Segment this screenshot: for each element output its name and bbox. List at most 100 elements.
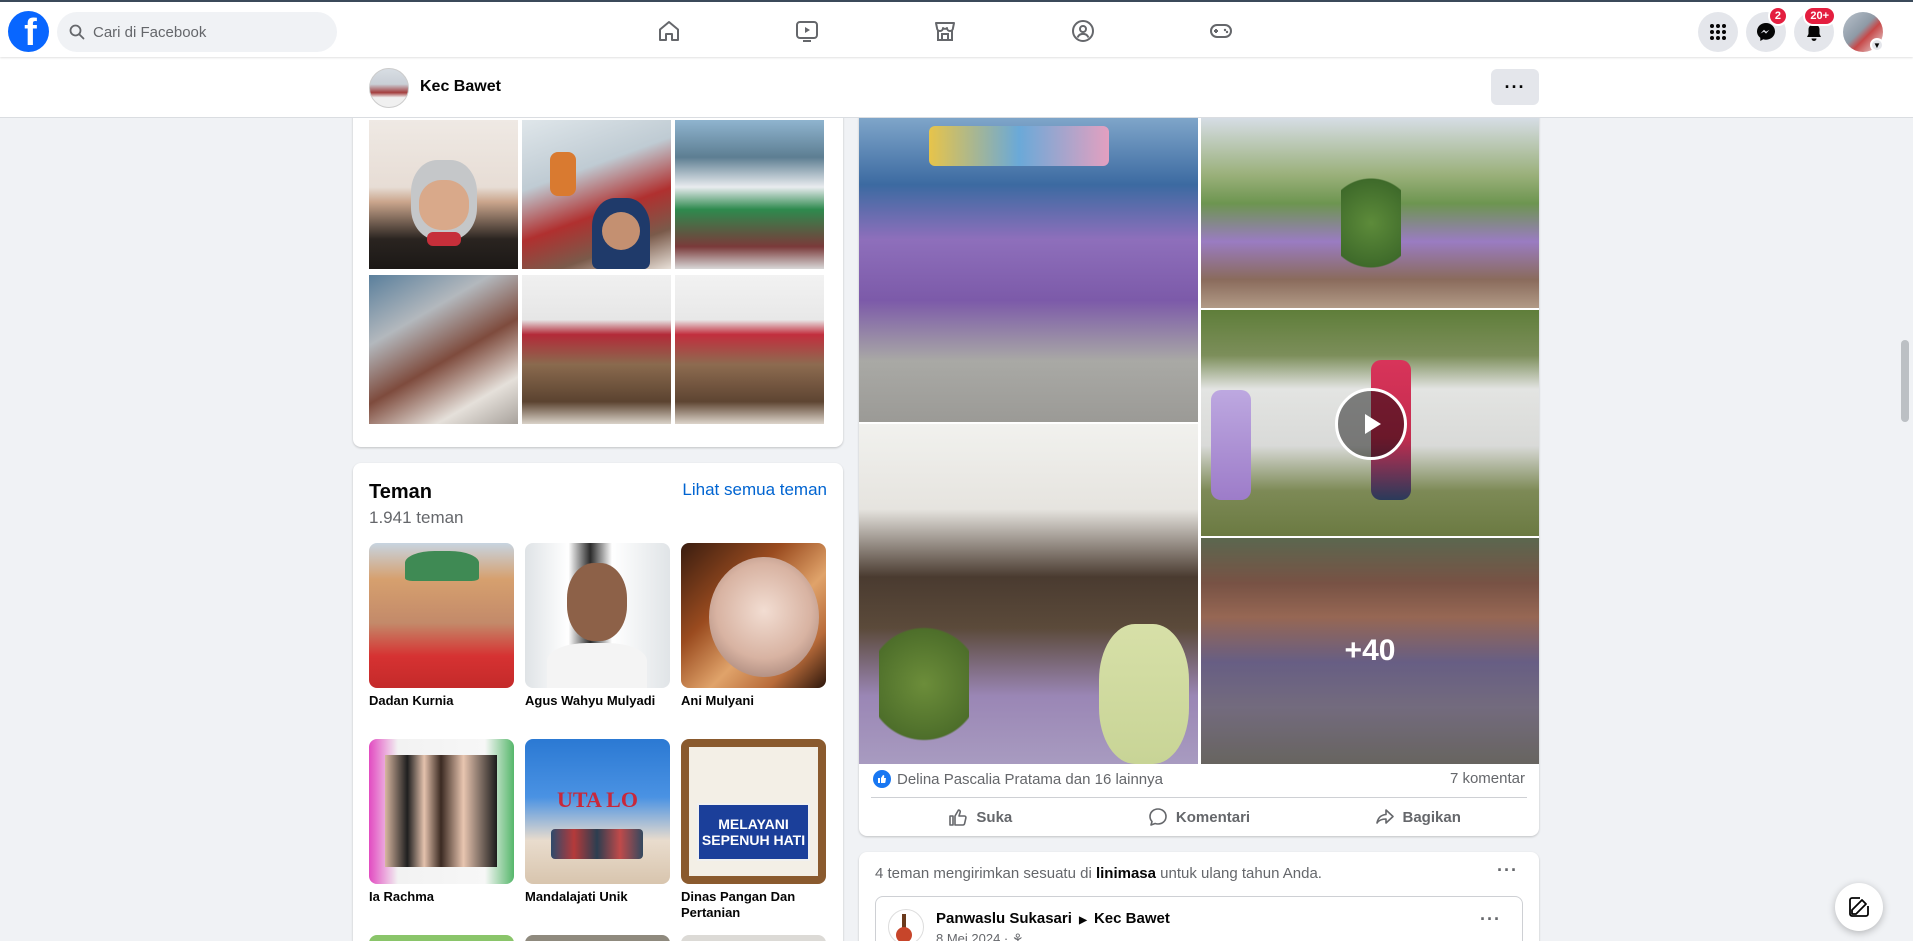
facebook-logo-icon[interactable]: f <box>8 11 49 52</box>
more-dots-icon: ··· <box>1504 76 1526 97</box>
more-photos-count: +40 <box>1344 634 1396 667</box>
profile-name[interactable]: Kec Bawet <box>420 78 501 96</box>
timeline-link[interactable]: linimasa <box>1096 865 1156 882</box>
notifications-button[interactable]: 20+ <box>1794 6 1836 52</box>
comments-count[interactable]: 7 komentar <box>1450 770 1525 787</box>
more-options-button[interactable]: ··· <box>1491 69 1539 105</box>
share-button[interactable]: Bagikan <box>1308 798 1527 836</box>
post-photo[interactable] <box>859 424 1198 764</box>
post-photo-more[interactable]: +40 <box>1201 538 1539 764</box>
gaming-tab[interactable] <box>1204 14 1238 48</box>
guitar-avatar-icon[interactable] <box>888 909 924 941</box>
video-icon <box>796 21 818 42</box>
friend-photo[interactable] <box>369 543 514 688</box>
post-photo[interactable] <box>1201 118 1539 308</box>
friend-photo[interactable] <box>525 543 670 688</box>
post-author[interactable]: Panwaslu Sukasari <box>936 910 1072 927</box>
post-photo[interactable] <box>859 118 1198 422</box>
friend-item[interactable]: Agus Wahyu Mulyadi <box>525 543 670 709</box>
friend-name[interactable]: Mandalajati Unik <box>525 889 670 905</box>
friend-photo[interactable] <box>369 935 514 941</box>
more-options-icon[interactable]: ··· <box>1497 860 1518 881</box>
profile-avatar[interactable] <box>369 68 409 108</box>
menu-button[interactable] <box>1698 12 1738 52</box>
like-button[interactable]: Suka <box>871 798 1090 836</box>
share-icon <box>1375 809 1394 824</box>
photos-card <box>353 60 843 447</box>
search-box[interactable] <box>57 12 337 52</box>
comment-button[interactable]: Komentari <box>1090 798 1309 836</box>
post-card: +40 Delina Pascalia Pratama dan 16 lainn… <box>859 60 1539 836</box>
search-icon <box>69 24 85 40</box>
play-icon[interactable] <box>1335 388 1407 460</box>
messenger-badge: 2 <box>1767 6 1788 26</box>
friend-item[interactable]: MELAYANI SEPENUH HATI Dinas Pangan Dan P… <box>681 739 826 921</box>
photo-thumbnail[interactable] <box>675 120 824 269</box>
thumbs-up-icon <box>949 809 968 826</box>
home-icon <box>659 21 679 41</box>
comment-label: Komentari <box>1175 808 1251 826</box>
photo-thumbnail[interactable] <box>522 120 671 269</box>
friend-name[interactable]: Dadan Kurnia <box>369 693 514 709</box>
friend-photo[interactable] <box>525 935 670 941</box>
friend-name[interactable]: Ani Mulyani <box>681 693 826 709</box>
chevron-down-icon[interactable]: ▼ <box>1870 38 1884 52</box>
friend-name[interactable]: Agus Wahyu Mulyadi <box>525 693 670 709</box>
photo-thumbnail[interactable] <box>522 275 671 424</box>
post-video[interactable] <box>1201 310 1539 536</box>
groups-tab[interactable] <box>1066 14 1100 48</box>
more-options-icon[interactable]: ··· <box>1480 909 1501 930</box>
photo-thumbnail[interactable] <box>369 120 518 269</box>
comment-icon <box>1149 808 1167 826</box>
like-label: Suka <box>976 808 1013 826</box>
friend-item[interactable]: UTA LO Mandalajati Unik <box>525 739 670 905</box>
messenger-button[interactable]: 2 <box>1746 6 1788 52</box>
search-input[interactable] <box>93 23 313 41</box>
home-tab[interactable] <box>652 14 686 48</box>
friend-item[interactable]: Ia Rachma <box>369 739 514 905</box>
see-all-friends-link[interactable]: Lihat semua teman <box>682 480 827 500</box>
gamepad-icon <box>1210 24 1232 38</box>
friend-name[interactable]: Dinas Pangan Dan Pertanian <box>681 889 826 921</box>
friend-photo[interactable] <box>369 739 514 884</box>
friend-photo[interactable]: UTA LO <box>525 739 670 884</box>
grid-menu-icon <box>1710 24 1726 40</box>
top-navigation-bar: f 2 20+ ▼ <box>0 0 1913 57</box>
post-target[interactable]: Kec Bawet <box>1094 910 1170 927</box>
birthday-post: Panwaslu Sukasari ▶ Kec Bawet 8 Mei 2024… <box>875 896 1523 941</box>
photo-thumbnail[interactable] <box>675 275 824 424</box>
new-message-button[interactable] <box>1835 883 1883 931</box>
scrollbar-thumb[interactable] <box>1901 340 1909 422</box>
reactions-summary[interactable]: Delina Pascalia Pratama dan 16 lainnya <box>873 770 1163 788</box>
friend-photo[interactable]: MELAYANI SEPENUH HATI <box>681 739 826 884</box>
post-author-line: Panwaslu Sukasari ▶ Kec Bawet <box>936 910 1170 927</box>
banner-text: UTA LO <box>557 787 638 812</box>
friend-item[interactable]: Ani Mulyani <box>681 543 826 709</box>
arrow-right-icon: ▶ <box>1079 915 1087 926</box>
reactions-text[interactable]: Delina Pascalia Pratama dan 16 lainnya <box>897 771 1163 788</box>
share-label: Bagikan <box>1402 808 1461 826</box>
like-reaction-icon <box>873 770 891 788</box>
photo-thumbnail[interactable] <box>369 275 518 424</box>
birthday-text: 4 teman mengirimkan sesuatu di linimasa … <box>875 865 1322 882</box>
friend-photo[interactable] <box>681 543 826 688</box>
birthday-text-after: untuk ulang tahun Anda. <box>1160 865 1322 882</box>
sign-text-1: MELAYANI <box>718 816 789 832</box>
friends-title: Teman <box>369 481 432 503</box>
post-actions-bar: Suka Komentari Bagikan <box>871 797 1527 836</box>
marketplace-icon <box>935 22 955 41</box>
friend-photo[interactable] <box>681 935 826 941</box>
sign-text-2: SEPENUH HATI <box>701 832 806 848</box>
friends-count: 1.941 teman <box>369 508 464 527</box>
groups-icon <box>1072 20 1094 42</box>
birthday-timeline-card: 4 teman mengirimkan sesuatu di linimasa … <box>859 852 1539 941</box>
marketplace-tab[interactable] <box>928 14 962 48</box>
friend-name[interactable]: Ia Rachma <box>369 889 514 905</box>
friend-item[interactable]: Dadan Kurnia <box>369 543 514 709</box>
post-date[interactable]: 8 Mei 2024 · ⚘ <box>936 931 1024 941</box>
birthday-text-before: 4 teman mengirimkan sesuatu di <box>875 865 1092 882</box>
friends-card: Teman 1.941 teman Lihat semua teman Dada… <box>353 463 843 941</box>
video-tab[interactable] <box>790 14 824 48</box>
compose-icon <box>1849 897 1869 917</box>
notifications-badge: 20+ <box>1803 6 1836 26</box>
